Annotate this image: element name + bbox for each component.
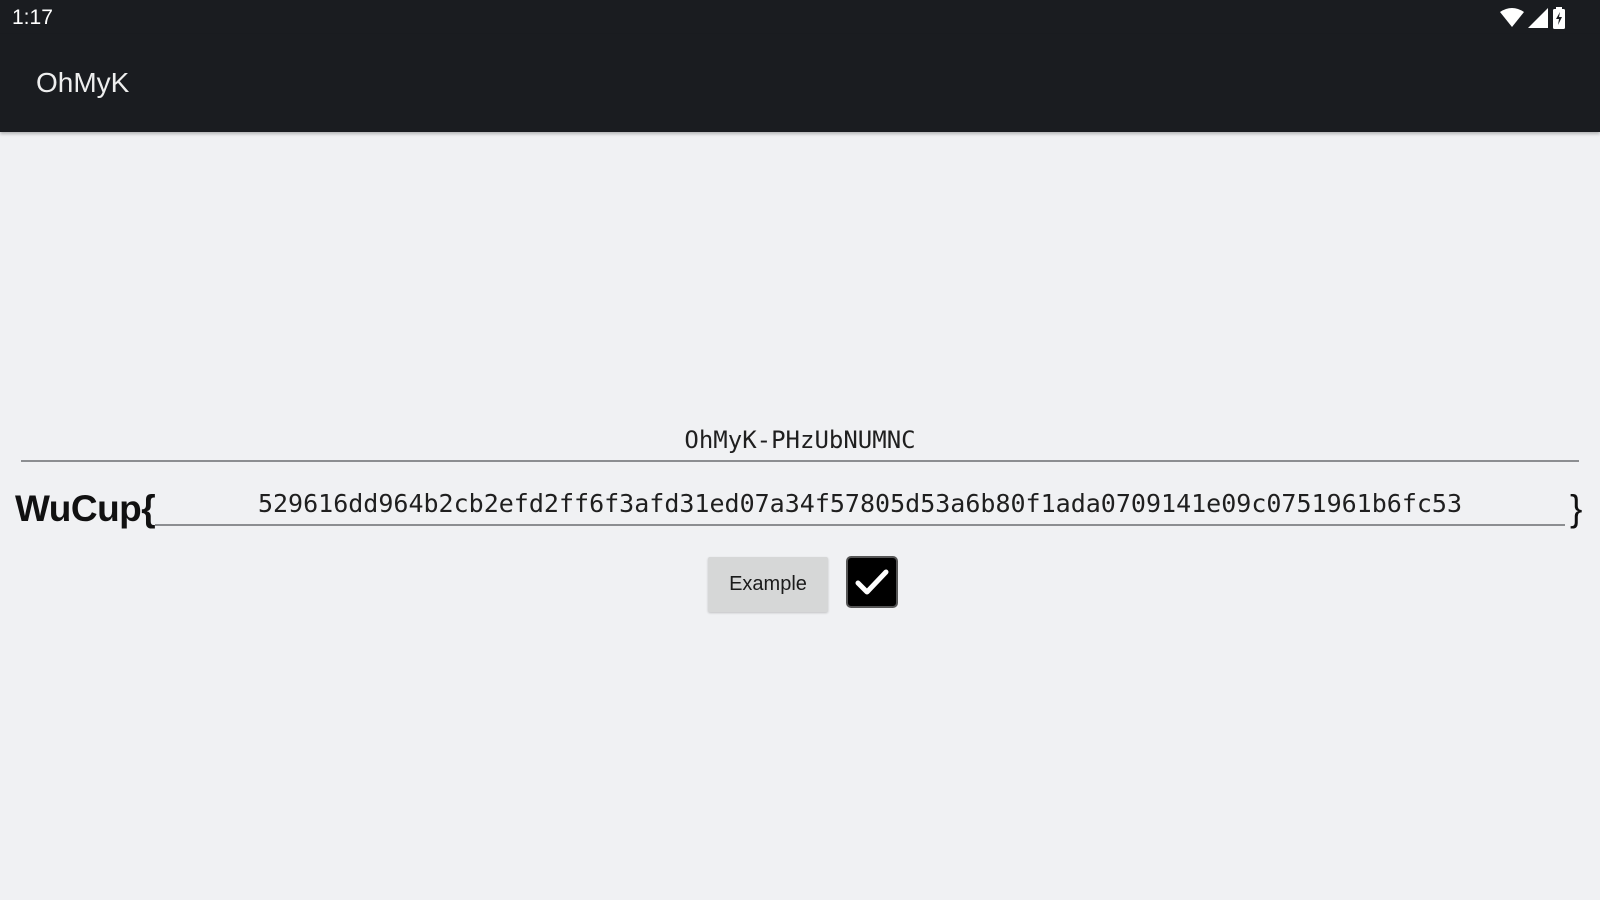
status-bar: 1:17 bbox=[0, 0, 1600, 34]
checkbox[interactable] bbox=[846, 556, 898, 608]
flag-prefix-label: WuCup{ bbox=[15, 488, 156, 529]
status-icons bbox=[1500, 7, 1566, 29]
flag-suffix-label: } bbox=[1570, 488, 1583, 529]
app-bar: OhMyK bbox=[0, 34, 1600, 132]
status-time: 1:17 bbox=[12, 6, 53, 29]
flag-input[interactable]: 529616dd964b2cb2efd2ff6f3afd31ed07a34f57… bbox=[155, 484, 1565, 526]
battery-charging-icon bbox=[1552, 7, 1566, 29]
main-content: OhMyK-PHzUbNUMNC WuCup{ 529616dd964b2cb2… bbox=[0, 132, 1600, 900]
checkmark-icon bbox=[855, 569, 889, 595]
example-button[interactable]: Example bbox=[708, 557, 828, 612]
flag-row: WuCup{ 529616dd964b2cb2efd2ff6f3afd31ed0… bbox=[0, 482, 1600, 538]
cell-signal-icon bbox=[1528, 8, 1548, 28]
wifi-icon bbox=[1500, 8, 1524, 28]
name-input[interactable]: OhMyK-PHzUbNUMNC bbox=[21, 420, 1579, 462]
app-title: OhMyK bbox=[36, 67, 130, 98]
